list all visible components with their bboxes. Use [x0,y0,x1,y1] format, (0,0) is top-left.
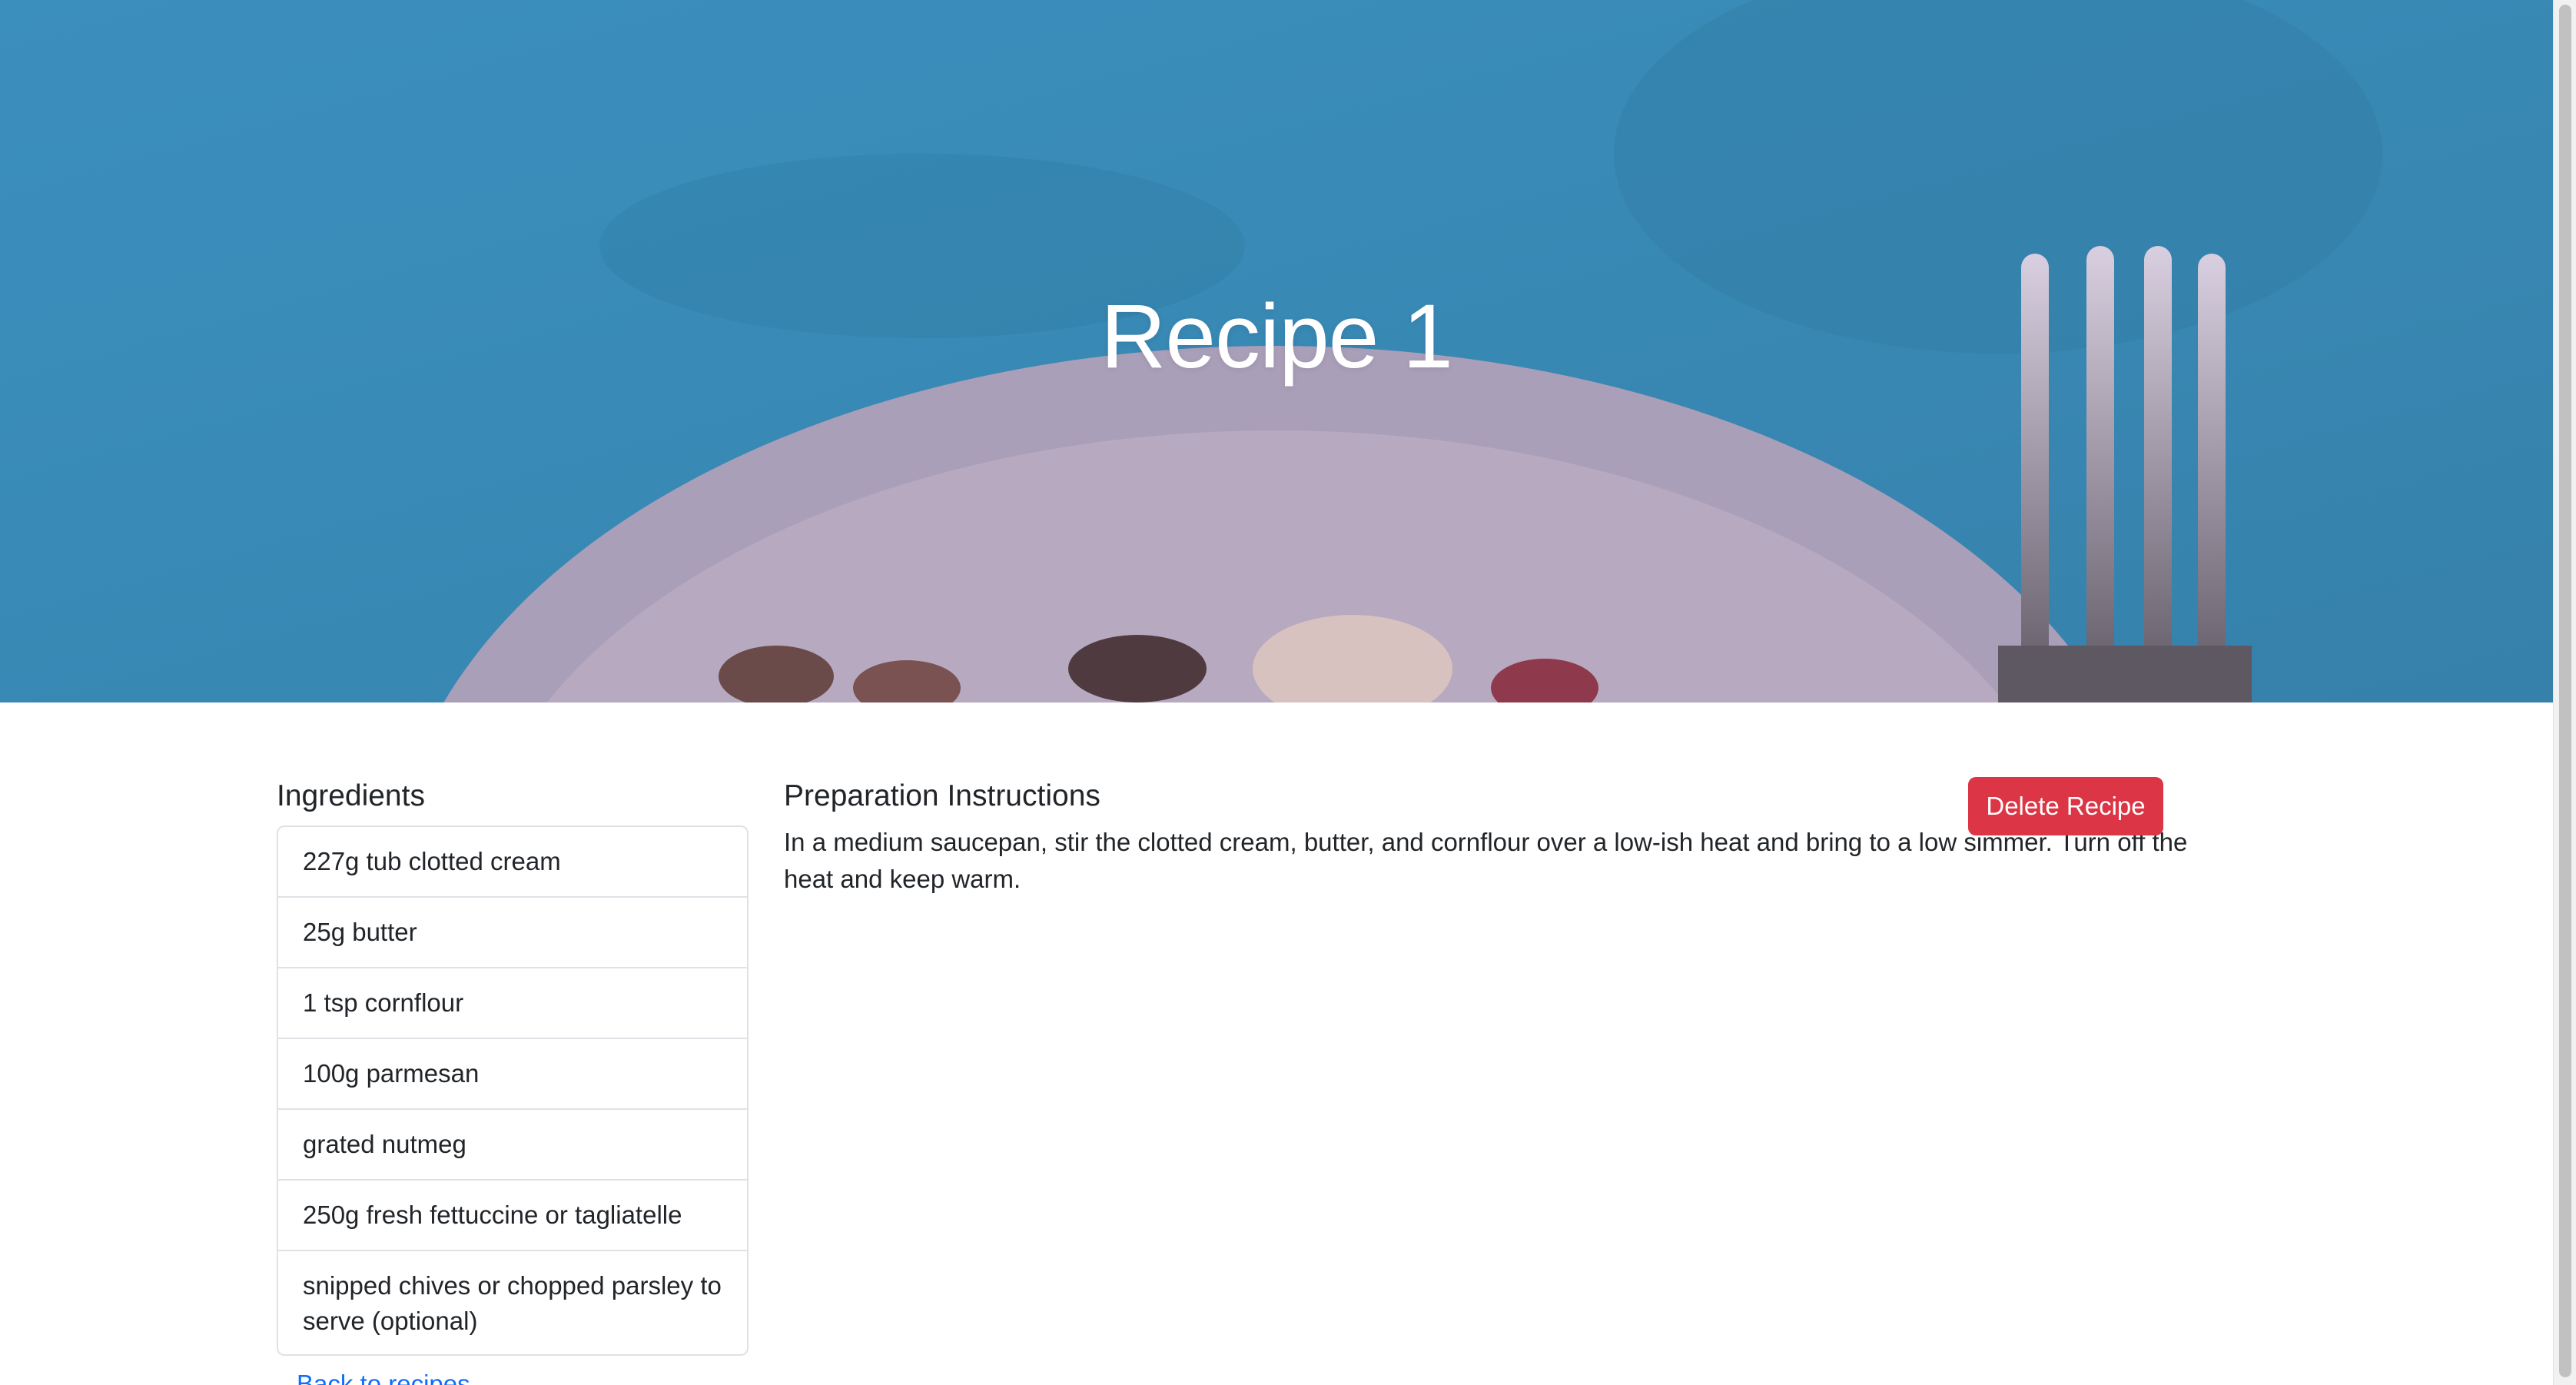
hero-banner: Recipe 1 [0,0,2553,702]
ingredient-item: 1 tsp cornflour [278,968,747,1039]
ingredient-list: 227g tub clotted cream 25g butter 1 tsp … [277,825,749,1356]
ingredient-item: grated nutmeg [278,1110,747,1181]
ingredient-item: 227g tub clotted cream [278,827,747,898]
ingredients-heading: Ingredients [277,779,425,812]
ingredient-item: 250g fresh fettuccine or tagliatelle [278,1181,747,1251]
vertical-scrollbar[interactable] [2553,0,2576,1385]
ingredient-item: 100g parmesan [278,1039,747,1110]
delete-recipe-button[interactable]: Delete Recipe [1968,777,2163,835]
ingredient-item: snipped chives or chopped parsley to ser… [303,1271,722,1335]
ingredient-item: 25g butter [278,898,747,968]
recipe-title: Recipe 1 [1100,286,1453,387]
scrollbar-thumb[interactable] [2559,5,2571,1377]
recipe-page: Recipe 1 Ingredients 227g tub clotted cr… [0,0,2576,1385]
ingredients-section: Ingredients 227g tub clotted cream 25g b… [277,769,749,1385]
back-to-recipes-link[interactable]: Back to recipes [297,1370,470,1385]
